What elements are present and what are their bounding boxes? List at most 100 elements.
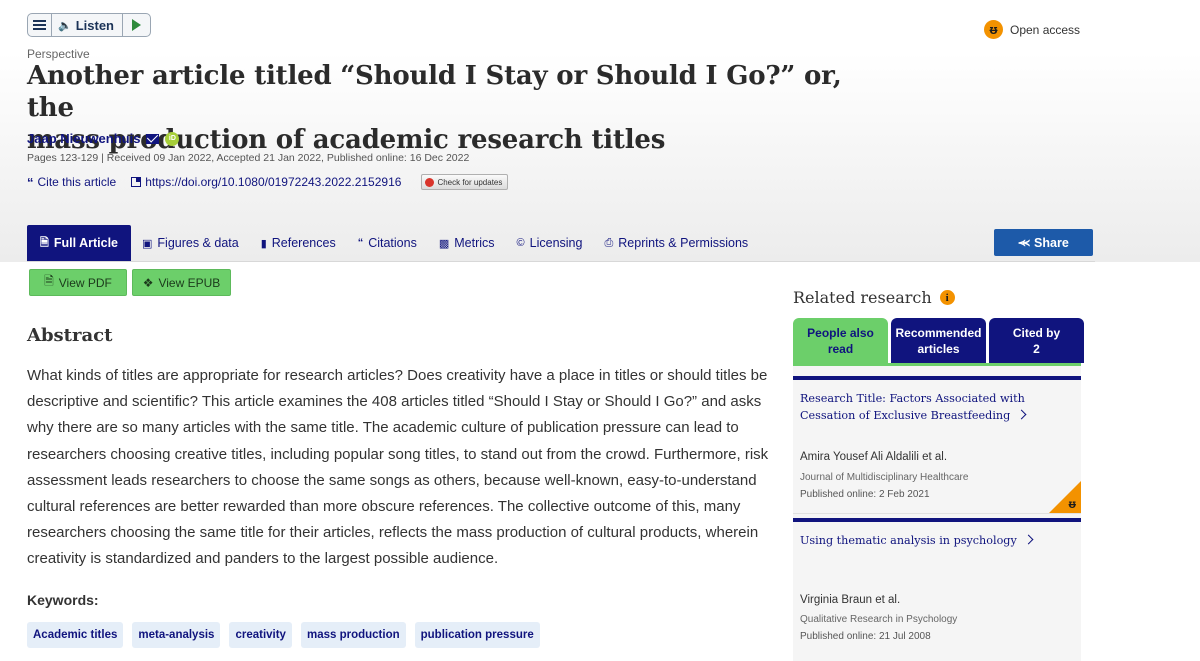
related-article-date: Published online: 21 Jul 2008 (800, 631, 931, 642)
article-title-line-1: Another article titled “Should I Stay or… (27, 61, 842, 123)
doi-text: https://doi.org/10.1080/01972243.2022.21… (145, 175, 402, 189)
tab-label-line: Cited by (1012, 325, 1061, 340)
publication-meta: Pages 123-129 | Received 09 Jan 2022, Ac… (27, 152, 470, 164)
article-links-row: “ Cite this article https://doi.org/10.1… (27, 174, 509, 190)
tab-reprints-permissions[interactable]: ⎙ Reprints & Permissions (593, 225, 759, 261)
check-updates-label: Check for updates (437, 177, 503, 187)
file-text-icon: 🗎 (40, 236, 49, 249)
view-pdf-label: View PDF (58, 275, 112, 290)
tab-citations[interactable]: “ Citations (347, 225, 428, 261)
cite-this-article-link[interactable]: “ Cite this article (27, 175, 116, 190)
tab-label-line: Recommended (895, 325, 982, 340)
image-icon: ▣ (142, 237, 153, 250)
listen-button[interactable]: 🔈 Listen (52, 14, 123, 36)
article-type: Perspective (27, 47, 90, 61)
abstract-text: What kinds of titles are appropriate for… (27, 367, 769, 568)
tab-figures-data[interactable]: ▣ Figures & data (131, 225, 250, 261)
copyright-icon: © (516, 237, 525, 249)
listen-menu-button[interactable] (28, 14, 52, 36)
tab-label: Reprints & Permissions (618, 236, 749, 250)
listen-label: Listen (75, 17, 114, 33)
tab-recommended-articles[interactable]: Recommended articles (891, 318, 986, 363)
keyword-tag[interactable]: creativity (229, 622, 292, 648)
tab-licensing[interactable]: © Licensing (506, 225, 594, 261)
quote-icon: “ (357, 237, 364, 249)
abstract-heading: Abstract (27, 325, 113, 346)
epub-icon: ❖ (142, 275, 154, 290)
keywords-heading: Keywords: (27, 592, 99, 608)
related-article-authors: Amira Yousef Ali Aldalili et al. (800, 451, 948, 463)
speaker-icon: 🔈 (58, 19, 72, 32)
keyword-tag[interactable]: Academic titles (27, 622, 124, 648)
tab-cited-by[interactable]: Cited by 2 (989, 318, 1084, 363)
related-article-date: Published online: 2 Feb 2021 (800, 489, 930, 500)
tab-full-article[interactable]: 🗎 Full Article (27, 225, 131, 261)
tabs-divider (27, 261, 1095, 262)
share-icon: ⪻ (1018, 235, 1031, 249)
tab-label: References (271, 236, 336, 250)
view-epub-label: View EPUB (158, 275, 221, 290)
view-epub-button[interactable]: ❖ View EPUB (132, 269, 231, 296)
chevron-right-icon (1016, 409, 1027, 420)
email-icon[interactable] (146, 133, 160, 144)
keywords-list: Academic titles meta-analysis creativity… (27, 622, 540, 648)
tab-label: Citations (368, 236, 417, 250)
pdf-file-icon: 🗎 (44, 274, 54, 288)
open-access-label: Open access (1010, 22, 1081, 37)
tab-label: Licensing (529, 236, 583, 250)
keyword-tag[interactable]: meta-analysis (132, 622, 221, 648)
related-article-title: Research Title: Factors Associated with … (800, 392, 1025, 422)
quote-icon: “ (27, 174, 34, 190)
open-access-badge: ᵿ Open access (984, 20, 1080, 39)
share-label: Share (1034, 235, 1069, 250)
tab-label-line: 2 (1033, 341, 1040, 356)
related-research-panel: Research Title: Factors Associated with … (793, 363, 1081, 661)
play-button[interactable] (123, 14, 150, 36)
open-access-icon: ᵿ (984, 20, 1003, 39)
tab-label-line: read (827, 341, 854, 356)
related-research-heading: Related research i (793, 288, 955, 307)
related-article-journal: Qualitative Research in Psychology (800, 614, 958, 625)
related-article-card: Using thematic analysis in psychology Vi… (793, 518, 1081, 661)
related-article-authors: Virginia Braun et al. (800, 594, 901, 606)
tab-label: Figures & data (157, 236, 239, 250)
related-article-journal: Journal of Multidisciplinary Healthcare (800, 472, 969, 483)
view-pdf-button[interactable]: 🗎 View PDF (29, 269, 127, 296)
related-article-title: Using thematic analysis in psychology (800, 534, 1017, 547)
play-icon (132, 19, 141, 31)
author-link[interactable]: Jaap Nieuwenhuis (27, 131, 140, 146)
related-research-tabs: People also read Recommended articles Cite… (793, 318, 1084, 363)
external-link-icon (131, 177, 142, 187)
open-access-corner-badge: ᵿ (1049, 481, 1081, 513)
open-access-corner-triangle (1049, 481, 1081, 513)
cite-label: Cite this article (37, 175, 117, 189)
related-article-card: Research Title: Factors Associated with … (793, 376, 1081, 514)
listen-widget[interactable]: 🔈 Listen (27, 13, 151, 37)
tab-label: Full Article (53, 236, 118, 250)
keyword-tag[interactable]: mass production (300, 622, 406, 648)
info-icon[interactable]: i (939, 290, 955, 305)
open-access-icon: ᵿ (1068, 497, 1076, 511)
crossmark-icon (425, 177, 435, 187)
chevron-right-icon (1023, 534, 1034, 545)
check-for-updates-button[interactable]: Check for updates (421, 174, 509, 190)
hamburger-icon (33, 20, 46, 30)
related-research-title: Related research (793, 288, 932, 307)
tab-label: Metrics (454, 236, 495, 250)
keyword-tag[interactable]: publication pressure (414, 622, 540, 648)
bar-chart-icon: ▩ (438, 237, 450, 250)
print-icon: ⎙ (604, 236, 614, 249)
author-list: Jaap Nieuwenhuis iD (27, 131, 180, 146)
orcid-icon[interactable]: iD (165, 131, 180, 146)
share-button[interactable]: ⪻ Share (994, 229, 1093, 256)
tab-references[interactable]: ▮ References (250, 225, 347, 261)
doi-link[interactable]: https://doi.org/10.1080/01972243.2022.21… (131, 175, 401, 189)
tab-metrics[interactable]: ▩ Metrics (428, 225, 506, 261)
tab-people-also-read[interactable]: People also read (793, 318, 888, 363)
related-article-title-link[interactable]: Research Title: Factors Associated with … (793, 380, 1081, 424)
tab-label-line: People also (807, 325, 874, 340)
tab-label-line: articles (917, 341, 960, 356)
book-icon: ▮ (260, 237, 267, 250)
related-article-title-link[interactable]: Using thematic analysis in psychology (793, 522, 1081, 549)
article-tabs: 🗎 Full Article ▣ Figures & data ▮ Refere… (27, 225, 759, 261)
